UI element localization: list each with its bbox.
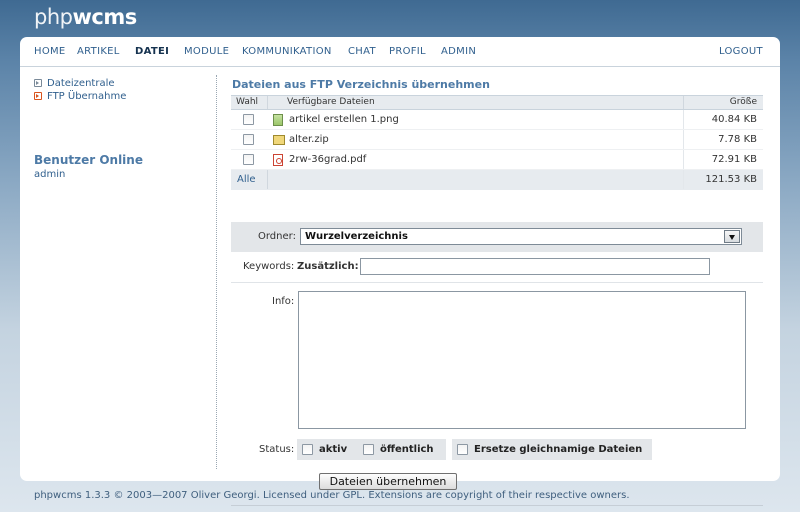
sidebar-item-dateizentrale[interactable]: Dateizentrale — [34, 78, 115, 89]
pdf-file-icon — [273, 154, 283, 166]
column-divider — [683, 130, 684, 149]
file-select-checkbox[interactable] — [243, 154, 254, 165]
select-all-link[interactable]: Alle — [237, 174, 256, 185]
divider — [231, 505, 763, 506]
keywords-label: Keywords: — [243, 261, 295, 272]
column-divider — [683, 170, 684, 189]
table-row: alter.zip 7.78 KB — [231, 130, 763, 150]
zip-file-icon — [273, 135, 285, 145]
header-files: Verfügbare Dateien — [287, 97, 375, 107]
table-header: Wahl Verfügbare Dateien Größe — [231, 95, 763, 110]
keywords-sublabel: Zusätzlich: — [297, 261, 359, 272]
keywords-input[interactable] — [360, 258, 710, 275]
arrow-bullet-icon — [34, 92, 42, 100]
sidebar: Dateizentrale FTP Übernahme Benutzer Onl… — [20, 67, 218, 467]
info-label: Info: — [272, 296, 295, 307]
file-name: artikel erstellen 1.png — [289, 114, 399, 125]
status-options: aktiv öffentlich — [297, 439, 446, 460]
nav-chat[interactable]: CHAT — [348, 46, 376, 57]
png-file-icon — [273, 114, 283, 126]
page-title: Dateien aus FTP Verzeichnis übernehmen — [232, 78, 490, 91]
total-size: 121.53 KB — [705, 174, 757, 185]
nav-module[interactable]: MODULE — [184, 46, 229, 57]
folder-select[interactable]: Wurzelverzeichnis — [300, 228, 742, 245]
top-navigation: HOME ARTIKEL DATEI MODULE KOMMUNIKATION … — [20, 37, 780, 67]
chevron-down-icon[interactable] — [724, 230, 740, 243]
nav-artikel[interactable]: ARTIKEL — [77, 46, 120, 57]
sidebar-item-ftp-uebernahme[interactable]: FTP Übernahme — [34, 91, 126, 102]
replace-files-checkbox[interactable] — [457, 444, 468, 455]
file-size: 72.91 KB — [711, 154, 757, 165]
aktiv-checkbox[interactable] — [302, 444, 313, 455]
footer-copyright: phpwcms 1.3.3 © 2003—2007 Oliver Georgi.… — [34, 490, 630, 501]
sidebar-item-label: FTP Übernahme — [47, 91, 127, 102]
column-divider — [683, 96, 684, 109]
replace-files-label: Ersetze gleichnamige Dateien — [474, 444, 643, 455]
replace-option: Ersetze gleichnamige Dateien — [452, 439, 652, 460]
column-divider — [683, 110, 684, 129]
table-row: artikel erstellen 1.png 40.84 KB — [231, 110, 763, 130]
oeffentlich-label: öffentlich — [380, 444, 434, 455]
app-logo: phpwcms — [34, 5, 137, 29]
nav-home[interactable]: HOME — [34, 46, 66, 57]
nav-admin[interactable]: ADMIN — [441, 46, 476, 57]
sidebar-item-label: Dateizentrale — [47, 78, 115, 89]
column-divider — [683, 150, 684, 169]
file-select-checkbox[interactable] — [243, 114, 254, 125]
status-label: Status: — [259, 444, 295, 455]
column-divider — [267, 96, 268, 109]
online-users-heading: Benutzer Online — [34, 153, 143, 167]
info-textarea[interactable] — [298, 291, 746, 429]
folder-label: Ordner: — [258, 231, 296, 242]
table-total-row: Alle 121.53 KB — [231, 170, 763, 190]
nav-profil[interactable]: PROFIL — [389, 46, 426, 57]
file-size: 7.78 KB — [718, 134, 757, 145]
file-name: 2rw-36grad.pdf — [289, 154, 367, 165]
column-divider — [267, 170, 268, 189]
nav-kommunikation[interactable]: KOMMUNIKATION — [242, 46, 332, 57]
file-select-checkbox[interactable] — [243, 134, 254, 145]
table-row: 2rw-36grad.pdf 72.91 KB — [231, 150, 763, 170]
folder-select-value: Wurzelverzeichnis — [305, 231, 408, 242]
nav-datei[interactable]: DATEI — [135, 46, 169, 57]
aktiv-label: aktiv — [319, 444, 348, 455]
nav-logout[interactable]: LOGOUT — [719, 46, 763, 57]
main-panel: HOME ARTIKEL DATEI MODULE KOMMUNIKATION … — [20, 37, 780, 506]
header-select: Wahl — [236, 97, 259, 107]
arrow-bullet-icon — [34, 79, 42, 87]
file-size: 40.84 KB — [711, 114, 757, 125]
submit-button[interactable]: Dateien übernehmen — [319, 473, 457, 490]
file-name: alter.zip — [289, 134, 329, 145]
divider — [231, 282, 763, 283]
sidebar-divider — [216, 75, 217, 469]
oeffentlich-checkbox[interactable] — [363, 444, 374, 455]
folder-row: Ordner: Wurzelverzeichnis — [231, 222, 763, 252]
header-size: Größe — [729, 97, 757, 107]
online-user-name[interactable]: admin — [34, 169, 65, 180]
